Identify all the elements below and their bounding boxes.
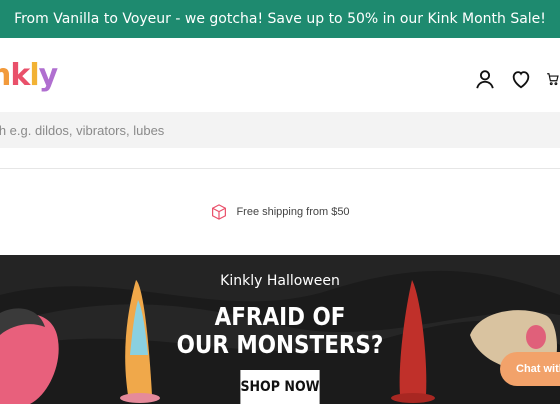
chat-label: Chat with (516, 363, 560, 375)
banner-subtitle: Kinkly Halloween (220, 273, 340, 289)
header-icons (474, 64, 560, 94)
logo[interactable]: nkly (0, 56, 59, 96)
banner-title: AFRAID OF OUR MONSTERS? (39, 303, 521, 359)
shop-now-button[interactable]: SHOP NOW (240, 370, 320, 404)
logo-letter-n: n (0, 58, 11, 93)
logo-letter-k: k (10, 58, 30, 93)
cart-icon[interactable] (546, 68, 560, 90)
search-input[interactable] (0, 112, 558, 148)
chat-button[interactable]: Chat with (500, 352, 560, 386)
promo-text[interactable]: From Vanilla to Voyeur - we gotcha! Save… (14, 11, 546, 27)
search-bar (0, 112, 560, 148)
shipping-text: Free shipping from $50 (236, 206, 350, 218)
box-icon (212, 204, 227, 220)
logo-letter-y: y (38, 58, 59, 93)
logo-letter-l: l (29, 58, 39, 93)
wishlist-heart-icon[interactable] (510, 68, 532, 90)
banner-title-line1: AFRAID OF (214, 302, 346, 331)
divider (0, 168, 560, 169)
account-icon[interactable] (474, 68, 496, 90)
banner-title-line2: OUR MONSTERS? (176, 330, 384, 359)
shipping-notice: Free shipping from $50 (0, 200, 560, 224)
site-header: nkly (0, 38, 560, 112)
promo-bar[interactable]: From Vanilla to Voyeur - we gotcha! Save… (0, 0, 560, 38)
hero-banner[interactable]: Kinkly Halloween AFRAID OF OUR MONSTERS?… (0, 255, 560, 404)
